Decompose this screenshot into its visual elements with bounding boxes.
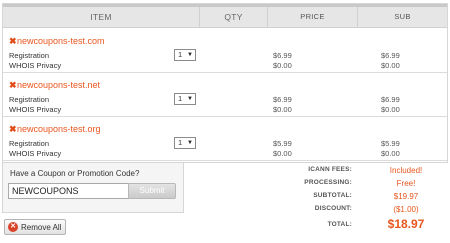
- price-registration: $5.99: [273, 139, 292, 148]
- totals-value: $19.97: [393, 192, 419, 201]
- cart-item: ✖newcoupons-test.net Registration WHOIS …: [3, 73, 447, 117]
- close-x-icon[interactable]: ✖: [9, 124, 17, 135]
- domain-name: ✖newcoupons-test.com: [9, 36, 105, 47]
- close-x-icon[interactable]: ✖: [9, 80, 17, 91]
- sub-registration: $6.99: [381, 95, 400, 104]
- price-whois: $0.00: [273, 149, 292, 158]
- cart-item: ✖newcoupons-test.org Registration WHOIS …: [3, 117, 447, 161]
- totals-row-total: TOTAL: $18.97: [280, 217, 450, 231]
- remove-all-label: Remove All: [21, 223, 62, 232]
- qty-value: 1: [178, 94, 183, 103]
- domain-name: ✖newcoupons-test.net: [9, 80, 100, 91]
- totals-label: DISCOUNT:: [314, 205, 352, 212]
- close-x-icon[interactable]: ✖: [9, 36, 17, 47]
- column-header-price: PRICE: [267, 7, 357, 27]
- qty-select[interactable]: 1 ▼: [174, 49, 196, 61]
- sub-whois: $0.00: [381, 105, 400, 114]
- domain-label: newcoupons-test.com: [17, 36, 105, 46]
- totals-value: Free!: [396, 179, 416, 188]
- chevron-down-icon: ▼: [187, 96, 193, 102]
- price-whois: $0.00: [273, 61, 292, 70]
- totals-row-subtotal: SUBTOTAL: $19.97: [280, 192, 450, 204]
- coupon-label: Have a Coupon or Promotion Code?: [10, 169, 140, 178]
- sub-whois: $0.00: [381, 149, 400, 158]
- column-header-sub: SUB: [357, 7, 447, 27]
- sub-whois: $0.00: [381, 61, 400, 70]
- totals-row-icann: ICANN FEES: Included!: [280, 166, 450, 178]
- price-whois: $0.00: [273, 105, 292, 114]
- total-value: $18.97: [387, 217, 425, 231]
- qty-select[interactable]: 1 ▼: [174, 93, 196, 105]
- remove-circle-icon: ✕: [8, 222, 18, 232]
- qty-value: 1: [178, 50, 183, 59]
- line-label-whois: WHOIS Privacy: [9, 149, 62, 158]
- domain-label: newcoupons-test.net: [17, 80, 101, 90]
- totals-label: SUBTOTAL:: [313, 192, 352, 199]
- sub-registration: $6.99: [381, 51, 400, 60]
- column-header-item: ITEM: [90, 12, 112, 22]
- totals-label: PROCESSING:: [304, 179, 352, 186]
- line-label-registration: Registration: [9, 51, 50, 60]
- sub-registration: $5.99: [381, 139, 400, 148]
- qty-value: 1: [178, 138, 183, 147]
- coupon-panel: Have a Coupon or Promotion Code? Submit: [2, 163, 184, 213]
- totals-label: TOTAL:: [327, 221, 352, 228]
- price-registration: $6.99: [273, 95, 292, 104]
- line-label-registration: Registration: [9, 139, 50, 148]
- column-header-qty: QTY: [199, 7, 267, 27]
- cart-item: ✖newcoupons-test.com Registration WHOIS …: [3, 29, 447, 73]
- cart-header: ITEM QTY PRICE SUB: [3, 4, 447, 28]
- domain-name: ✖newcoupons-test.org: [9, 124, 101, 135]
- totals-value: Included!: [389, 166, 423, 175]
- totals-row-processing: PROCESSING: Free!: [280, 179, 450, 191]
- chevron-down-icon: ▼: [187, 52, 193, 58]
- cart-table: ITEM QTY PRICE SUB ✖newcoupons-test.com …: [2, 3, 448, 163]
- coupon-input[interactable]: [8, 183, 130, 199]
- totals-row-discount: DISCOUNT: ($1.00): [280, 205, 450, 217]
- chevron-down-icon: ▼: [187, 140, 193, 146]
- line-label-registration: Registration: [9, 95, 50, 104]
- line-label-whois: WHOIS Privacy: [9, 105, 62, 114]
- remove-all-button[interactable]: ✕ Remove All: [4, 219, 66, 235]
- domain-label: newcoupons-test.org: [17, 124, 101, 134]
- totals-label: ICANN FEES:: [308, 166, 352, 173]
- price-registration: $6.99: [273, 51, 292, 60]
- line-label-whois: WHOIS Privacy: [9, 61, 62, 70]
- totals-value: ($1.00): [393, 205, 419, 214]
- qty-select[interactable]: 1 ▼: [174, 137, 196, 149]
- submit-button[interactable]: Submit: [128, 183, 176, 199]
